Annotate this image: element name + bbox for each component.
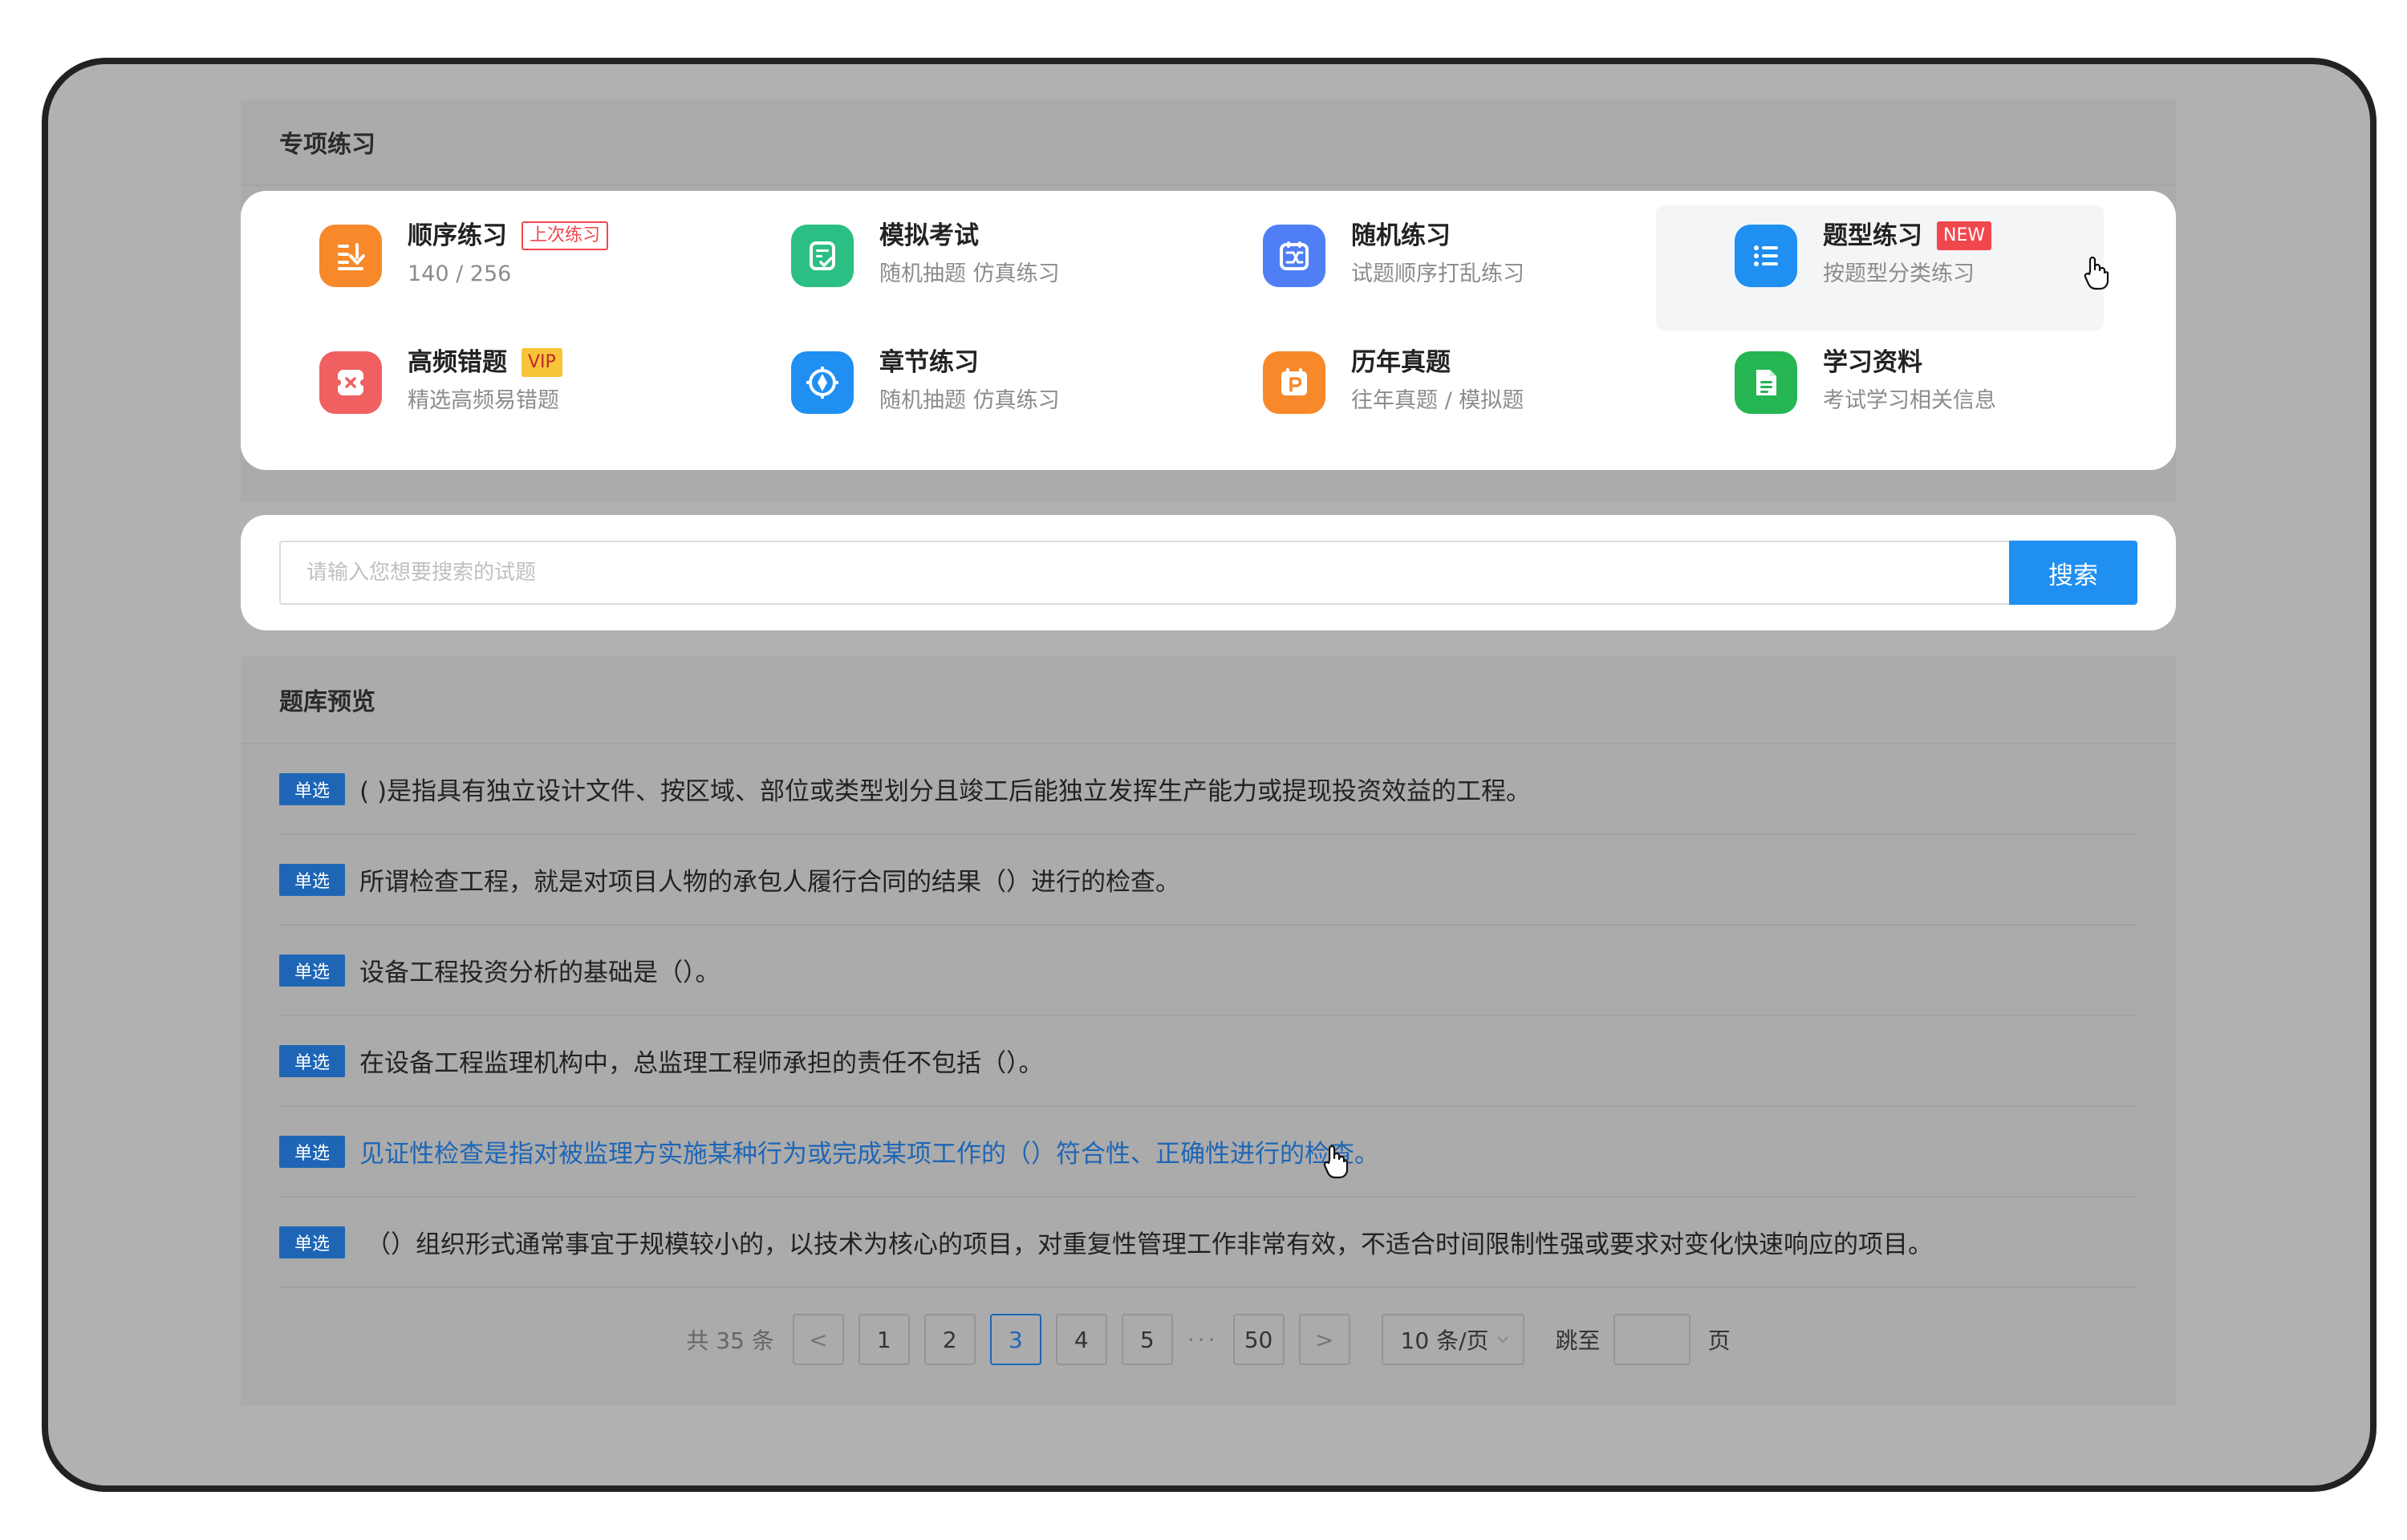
question-text[interactable]: ( )是指具有独立设计文件、按区域、部位或类型划分且竣工后能独立发挥生产能力或提…: [359, 771, 1531, 807]
single-choice-badge: 单选: [279, 772, 345, 805]
page-button-3-current[interactable]: 3: [989, 1314, 1041, 1365]
last-practice-tag: 上次练习: [522, 221, 609, 250]
question-text[interactable]: （）组织形式通常事宜于规模较小的，以技术为核心的项目，对重复性管理工作非常有效，…: [366, 1224, 1933, 1260]
tile-title: 高频错题: [408, 348, 507, 377]
hand-cursor-icon: [2084, 256, 2109, 290]
tile-title: 随机练习: [1351, 221, 1451, 250]
tile-title: 顺序练习: [408, 221, 507, 250]
page-button-1[interactable]: 1: [858, 1314, 910, 1365]
page-button-4[interactable]: 4: [1055, 1314, 1107, 1365]
vip-tag: VIP: [522, 348, 562, 377]
hand-cursor-icon: [1323, 1145, 1349, 1179]
tile-subtitle: 考试学习相关信息: [1823, 388, 1996, 413]
new-tag: NEW: [1937, 221, 1992, 250]
question-text[interactable]: 见证性检查是指对被监理方实施某种行为或完成某项工作的（）符合性、正确性进行的检查…: [359, 1133, 1379, 1169]
question-row[interactable]: 单选 设备工程投资分析的基础是（）。: [279, 926, 2137, 1016]
question-bank-title: 题库预览: [241, 656, 2176, 744]
page-unit-label: 页: [1707, 1327, 1731, 1354]
practice-card: 顺序练习 上次练习 140 / 256 模拟考试 随机抽题 仿真练习 随机练习 …: [241, 191, 2176, 470]
question-row-hovered[interactable]: 单选 见证性检查是指对被监理方实施某种行为或完成某项工作的（）符合性、正确性进行…: [279, 1107, 2137, 1198]
question-row[interactable]: 单选 所谓检查工程，就是对项目人物的承包人履行合同的结果（）进行的检查。: [279, 835, 2137, 926]
question-bank-panel: 题库预览 单选 ( )是指具有独立设计文件、按区域、部位或类型划分且竣工后能独立…: [241, 656, 2176, 1405]
jump-label: 跳至: [1555, 1327, 1601, 1354]
document-icon: [1735, 351, 1797, 414]
tile-subtitle: 随机抽题 仿真练习: [879, 261, 1060, 286]
tile-study-materials[interactable]: 学习资料 考试学习相关信息: [1656, 318, 2104, 443]
page-size-value: 10 条/页: [1400, 1327, 1489, 1354]
tile-title: 历年真题: [1351, 348, 1451, 377]
tile-subtitle: 随机抽题 仿真练习: [879, 388, 1060, 413]
question-row[interactable]: 单选 （）组织形式通常事宜于规模较小的，以技术为核心的项目，对重复性管理工作非常…: [279, 1198, 2137, 1288]
device-frame: 专项练习 顺序练习 上次练习 140 / 256 模拟考试 随机抽题 仿真练习 …: [42, 58, 2377, 1492]
question-text[interactable]: 在设备工程监理机构中，总监理工程师承担的责任不包括（）。: [359, 1043, 1044, 1079]
tile-subtitle: 精选高频易错题: [408, 388, 559, 413]
page-size-select[interactable]: 10 条/页: [1381, 1314, 1524, 1365]
question-row[interactable]: 单选 在设备工程监理机构中，总监理工程师承担的责任不包括（）。: [279, 1016, 2137, 1107]
page-button-last[interactable]: 50: [1232, 1314, 1285, 1365]
search-card: 搜索: [241, 515, 2176, 630]
page-ellipsis[interactable]: ···: [1187, 1327, 1219, 1353]
question-row[interactable]: 单选 ( )是指具有独立设计文件、按区域、部位或类型划分且竣工后能独立发挥生产能…: [279, 744, 2137, 835]
single-choice-badge: 单选: [279, 863, 345, 896]
tile-title: 模拟考试: [879, 221, 979, 250]
chevron-down-icon: [1496, 1336, 1508, 1343]
page-button-2[interactable]: 2: [923, 1314, 976, 1365]
tile-chapter-practice[interactable]: 章节练习 随机抽题 仿真练习: [712, 318, 1160, 443]
jump-page-input[interactable]: [1613, 1314, 1691, 1365]
tile-random-practice[interactable]: 随机练习 试题顺序打乱练习: [1184, 191, 1632, 316]
tile-sequential-practice[interactable]: 顺序练习 上次练习 140 / 256: [241, 191, 688, 316]
wrong-x-icon: [319, 351, 382, 414]
tile-mock-exam[interactable]: 模拟考试 随机抽题 仿真练习: [712, 191, 1160, 316]
tile-subtitle: 往年真题 / 模拟题: [1351, 388, 1524, 413]
tile-subtitle: 按题型分类练习: [1823, 261, 1975, 286]
search-button[interactable]: 搜索: [2009, 541, 2137, 605]
special-practice-title: 专项练习: [241, 99, 2176, 186]
single-choice-badge: 单选: [279, 1135, 345, 1168]
question-text[interactable]: 所谓检查工程，就是对项目人物的承包人履行合同的结果（）进行的检查。: [359, 861, 1180, 898]
tile-subtitle: 140 / 256: [408, 261, 512, 286]
next-page-button[interactable]: >: [1298, 1314, 1350, 1365]
tile-past-exams[interactable]: 历年真题 往年真题 / 模拟题: [1184, 318, 1632, 443]
single-choice-badge: 单选: [279, 954, 345, 987]
tile-subtitle: 试题顺序打乱练习: [1351, 261, 1524, 286]
list-download-icon: [319, 225, 382, 287]
tile-title: 题型练习: [1823, 221, 1922, 250]
single-choice-badge: 单选: [279, 1044, 345, 1077]
single-choice-badge: 单选: [279, 1226, 345, 1258]
compass-icon: [791, 351, 854, 414]
total-count: 共 35 条: [686, 1327, 774, 1354]
prev-page-button[interactable]: <: [792, 1314, 844, 1365]
practice-grid: 顺序练习 上次练习 140 / 256 模拟考试 随机抽题 仿真练习 随机练习 …: [241, 191, 2176, 470]
question-text[interactable]: 设备工程投资分析的基础是（）。: [359, 952, 720, 988]
checklist-doc-icon: [791, 225, 854, 287]
pagination: 共 35 条 < 1 2 3 4 5 ··· 50 > 10 条/页 跳至 页: [241, 1314, 2176, 1365]
bullet-list-icon: [1735, 225, 1797, 287]
calendar-p-icon: [1263, 351, 1325, 414]
tile-title: 学习资料: [1823, 348, 1922, 377]
tile-frequent-mistakes[interactable]: 高频错题 VIP 精选高频易错题: [241, 318, 688, 443]
page-button-5[interactable]: 5: [1121, 1314, 1173, 1365]
question-list: 单选 ( )是指具有独立设计文件、按区域、部位或类型划分且竣工后能独立发挥生产能…: [279, 744, 2137, 1288]
shuffle-icon: [1263, 225, 1325, 287]
search-input[interactable]: [279, 541, 2009, 605]
tile-question-type-practice[interactable]: 题型练习 NEW 按题型分类练习: [1656, 205, 2104, 330]
tile-title: 章节练习: [879, 348, 979, 377]
